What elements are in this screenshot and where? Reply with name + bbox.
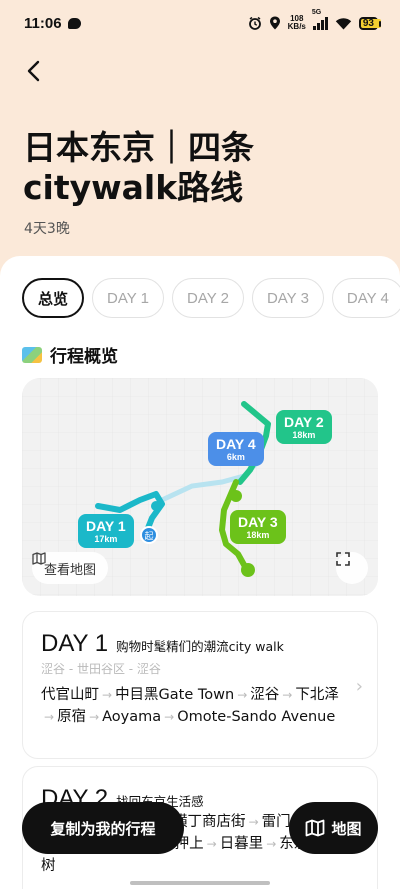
page-title-line2: citywalk路线 — [23, 168, 244, 207]
status-bar: 11:06 108 KB/s 5G 93 — [0, 0, 400, 46]
route-stop: 代官山町 — [41, 687, 99, 703]
status-indicators: 108 KB/s 5G 93 — [248, 9, 382, 31]
tab-day-3[interactable]: DAY 3 — [251, 278, 324, 318]
signal-type: 5G — [311, 8, 322, 16]
wifi-icon — [335, 17, 352, 29]
chevron-right-icon: › — [355, 676, 363, 697]
battery-indicator: 93 — [358, 16, 382, 30]
map-button[interactable]: 地图 — [289, 802, 378, 854]
signal-icon: 5G — [312, 9, 328, 30]
clock-text: 11:06 — [24, 14, 62, 32]
view-map-button[interactable]: 查看地图 — [32, 552, 109, 584]
map-fold-icon — [32, 552, 46, 565]
route-stop: 中目黑Gate Town — [115, 687, 235, 703]
map-label-distance: 17km — [94, 534, 118, 544]
route-stop: 原宿 — [57, 709, 87, 725]
map-icon — [22, 346, 42, 363]
status-time: 11:06 — [24, 15, 81, 32]
message-notification-icon — [67, 17, 81, 29]
battery-level: 93 — [362, 17, 374, 29]
back-button[interactable] — [20, 58, 46, 84]
fullscreen-button[interactable] — [336, 552, 368, 584]
day-tabs: 总览 DAY 1 DAY 2 DAY 3 DAY 4 — [22, 278, 400, 318]
tab-overview[interactable]: 总览 — [22, 278, 85, 318]
map-label-distance: 18km — [246, 530, 270, 540]
tab-day-1[interactable]: DAY 1 — [92, 278, 164, 318]
page-title: 日本东京｜四条 citywalk路线 — [23, 128, 383, 208]
location-icon — [269, 16, 280, 30]
tab-day-2[interactable]: DAY 2 — [171, 278, 244, 318]
map-label-distance: 18km — [292, 430, 316, 440]
day-area: 涩谷 - 世田谷区 - 涩谷 — [41, 662, 161, 676]
map-button-label: 地图 — [331, 819, 362, 838]
copy-itinerary-button[interactable]: 复制为我的行程 — [22, 802, 184, 854]
route-arrow-icon: → — [282, 688, 293, 702]
route-stop: 日暮里 — [219, 836, 264, 852]
map-label-title: DAY 2 — [284, 414, 324, 430]
route-arrow-icon: → — [89, 710, 100, 724]
map-label-title: DAY 4 — [216, 436, 256, 452]
route-arrow-icon: → — [44, 710, 55, 724]
day-theme: 购物时髦精们的潮流city walk — [116, 639, 284, 654]
route-stop: 下北泽 — [295, 687, 339, 703]
page-title-line1: 日本东京｜四条 — [23, 128, 254, 167]
map-label-distance: 6km — [226, 452, 245, 462]
itinerary-overview-heading: 行程概览 — [22, 342, 118, 367]
view-map-label: 查看地图 — [44, 562, 97, 578]
route-map[interactable]: DAY 1 17km 起 DAY 2 18km DAY 3 18km DAY 4… — [22, 378, 378, 596]
back-arrow-icon — [27, 60, 40, 82]
route-arrow-icon: → — [237, 688, 248, 702]
day-card-1[interactable]: DAY 1 购物时髦精们的潮流city walk 涩谷 - 世田谷区 - 涩谷 … — [22, 611, 378, 759]
route-stop: Omote-Sando Avenue — [177, 709, 336, 725]
network-speed: 108 KB/s — [288, 15, 306, 31]
route-arrow-icon: → — [206, 837, 217, 851]
home-indicator[interactable] — [130, 881, 270, 885]
waypoint-marker — [241, 563, 255, 577]
day-number: DAY 1 — [41, 630, 109, 657]
day-card-header: DAY 1 购物时髦精们的潮流city walk — [41, 630, 284, 658]
route-stop: Aoyama — [102, 709, 162, 725]
waypoint-marker — [151, 501, 161, 511]
route-stop: 涩谷 — [250, 687, 280, 703]
day-route: 代官山町 → 中目黑Gate Town → 涩谷 → 下北泽→ 原宿 → Aoyama → Omote… — [41, 684, 341, 728]
network-speed-unit: KB/s — [287, 22, 306, 31]
tab-day-4[interactable]: DAY 4 — [331, 278, 400, 318]
start-marker: 起 — [140, 526, 158, 544]
alarm-icon — [248, 16, 261, 30]
map-label-day-4[interactable]: DAY 4 6km — [208, 432, 264, 466]
trip-duration: 4天3晚 — [24, 221, 70, 237]
map-label-title: DAY 1 — [86, 518, 126, 534]
fullscreen-icon — [336, 552, 350, 566]
map-label-day-2[interactable]: DAY 2 18km — [276, 410, 332, 444]
route-arrow-icon: → — [164, 710, 175, 724]
route-arrow-icon: → — [248, 815, 259, 829]
map-icon — [306, 819, 325, 837]
map-label-day-3[interactable]: DAY 3 18km — [230, 510, 286, 544]
map-label-day-1[interactable]: DAY 1 17km — [78, 514, 134, 548]
route-arrow-icon: → — [102, 688, 113, 702]
waypoint-marker — [230, 490, 242, 502]
route-stop: 雷门 — [261, 814, 291, 830]
section-title: 行程概览 — [50, 347, 118, 367]
route-arrow-icon: → — [266, 837, 277, 851]
map-label-title: DAY 3 — [238, 514, 278, 530]
